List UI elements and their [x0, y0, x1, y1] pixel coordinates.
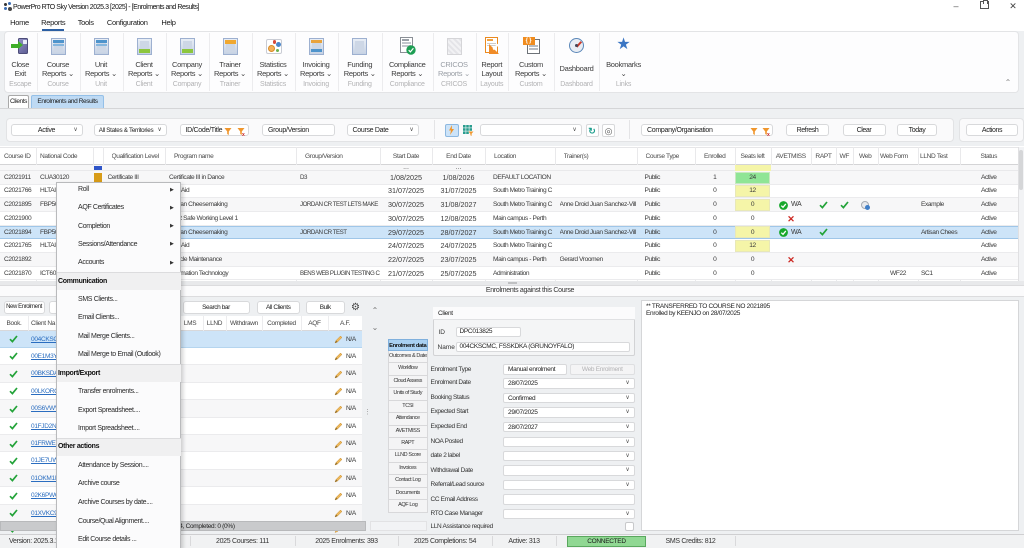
- svg-text:x: x: [242, 132, 245, 136]
- svg-text:x: x: [767, 132, 770, 136]
